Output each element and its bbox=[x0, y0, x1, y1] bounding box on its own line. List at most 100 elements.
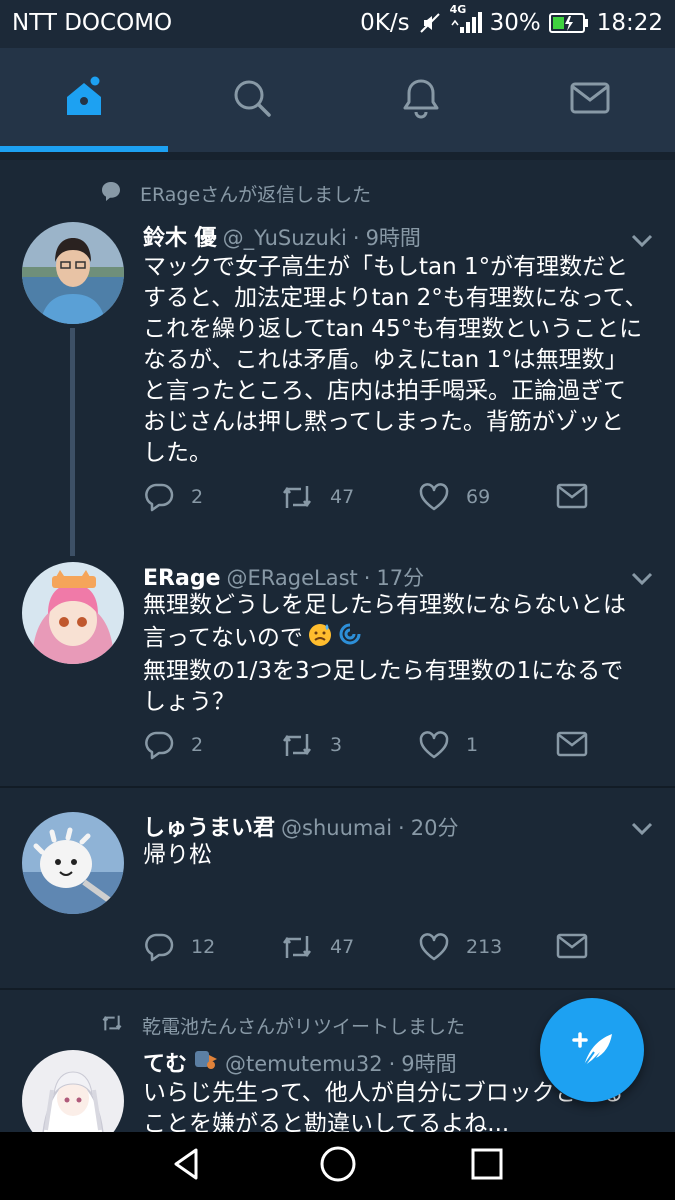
tweet-line: すると、加法定理よりtan 2°も有理数になって、 bbox=[143, 285, 648, 311]
back-triangle-icon bbox=[170, 1146, 206, 1186]
user-handle[interactable]: @_YuSuzuki bbox=[223, 226, 347, 250]
like-count: 1 bbox=[466, 734, 479, 756]
signal-icon: 4G bbox=[450, 3, 482, 35]
tweet-line: しょう？ bbox=[143, 689, 235, 715]
display-name[interactable]: てむ bbox=[143, 1046, 187, 1078]
avatar[interactable] bbox=[22, 1050, 124, 1132]
home-circle-icon bbox=[319, 1145, 357, 1187]
sweat-face-emoji-icon bbox=[307, 621, 333, 656]
dm-share-button[interactable] bbox=[556, 482, 588, 510]
display-name[interactable]: ERage bbox=[143, 566, 220, 591]
dm-share-button[interactable] bbox=[556, 932, 588, 960]
badge-emoji-icon bbox=[193, 1047, 219, 1077]
tab-search[interactable] bbox=[168, 48, 336, 152]
like-count: 69 bbox=[466, 486, 491, 508]
tweet-header: 鈴木 優 @_YuSuzuki · 9時間 bbox=[143, 220, 421, 252]
reply-count: 12 bbox=[191, 936, 216, 958]
status-indicators: 0K/s 4G 30% 18:22 bbox=[360, 3, 663, 36]
user-handle[interactable]: @temutemu32 bbox=[225, 1052, 383, 1076]
network-type: 4G bbox=[449, 3, 467, 16]
retweet-context: 乾電池たんさんがリツイートしました bbox=[100, 1012, 465, 1039]
user-handle[interactable]: @shuumai bbox=[281, 816, 392, 840]
battery-percent: 30% bbox=[489, 10, 541, 36]
chevron-down-icon[interactable] bbox=[630, 232, 654, 248]
tweet-line: これを繰り返してtan 45°も有理数ということに bbox=[143, 316, 643, 342]
battery-icon bbox=[548, 12, 589, 34]
recents-square-icon bbox=[470, 1147, 504, 1185]
timestamp[interactable]: 20分 bbox=[411, 812, 459, 842]
reply-bubble-icon bbox=[100, 180, 122, 207]
context-label: 乾電池たんさんがリツイートしました bbox=[142, 1016, 466, 1038]
dm-share-button[interactable] bbox=[556, 730, 588, 758]
cyclone-emoji-icon bbox=[337, 621, 363, 656]
tweet-header: ERage @ERageLast · 17分 bbox=[143, 562, 424, 592]
timestamp[interactable]: 9時間 bbox=[401, 1048, 456, 1078]
tweet-actions: 2 3 1 bbox=[143, 730, 643, 770]
timestamp[interactable]: 9時間 bbox=[366, 222, 421, 252]
home-button[interactable] bbox=[298, 1132, 378, 1200]
retweet-count: 47 bbox=[330, 936, 355, 958]
tweet-line: 帰り松 bbox=[143, 842, 212, 868]
reply-button[interactable]: 12 bbox=[143, 932, 215, 962]
tweet-actions: 2 47 69 bbox=[143, 482, 643, 522]
separator: · bbox=[363, 566, 371, 590]
divider bbox=[0, 786, 675, 788]
tweet-line: した。 bbox=[143, 440, 212, 466]
tweet-line: なるが、これは矛盾。ゆえにtan 1°は無理数」 bbox=[143, 347, 628, 373]
mute-icon bbox=[418, 11, 442, 35]
tab-notifications[interactable] bbox=[337, 48, 505, 152]
retweet-count: 3 bbox=[330, 734, 343, 756]
like-button[interactable]: 69 bbox=[418, 482, 490, 512]
avatar[interactable] bbox=[22, 812, 124, 914]
retweet-count: 47 bbox=[330, 486, 355, 508]
network-speed: 0K/s bbox=[360, 10, 410, 36]
reply-button[interactable]: 2 bbox=[143, 730, 203, 760]
avatar[interactable] bbox=[22, 562, 124, 664]
avatar[interactable] bbox=[22, 222, 124, 324]
nav-shadow bbox=[0, 152, 675, 160]
display-name[interactable]: しゅうまい君 bbox=[143, 810, 275, 842]
tab-messages[interactable] bbox=[506, 48, 674, 152]
chevron-down-icon[interactable] bbox=[630, 570, 654, 586]
tweet-header: てむ @temutemu32 · 9時間 bbox=[143, 1046, 457, 1078]
mail-icon bbox=[569, 80, 611, 120]
like-count: 213 bbox=[466, 936, 503, 958]
display-name[interactable]: 鈴木 優 bbox=[143, 220, 217, 252]
tweet-actions: 12 47 213 bbox=[143, 932, 643, 972]
like-button[interactable]: 213 bbox=[418, 932, 502, 962]
reply-button[interactable]: 2 bbox=[143, 482, 203, 512]
tweet-line: 言ってないので bbox=[143, 625, 303, 651]
home-icon bbox=[61, 75, 107, 125]
timestamp[interactable]: 17分 bbox=[376, 562, 424, 592]
context-label: ERageさんが返信しました bbox=[140, 184, 372, 206]
recents-button[interactable] bbox=[447, 1132, 527, 1200]
tweet-line: 無理数どうしを足したら有理数にならないとは bbox=[143, 592, 626, 618]
thread-line bbox=[70, 328, 75, 556]
retweet-button[interactable]: 47 bbox=[280, 932, 354, 962]
separator: · bbox=[352, 226, 360, 250]
separator: · bbox=[398, 816, 405, 840]
tweet-line: おじさんは押し黙ってしまった。背筋がゾッと bbox=[143, 409, 624, 435]
like-button[interactable]: 1 bbox=[418, 730, 478, 760]
compose-tweet-button[interactable] bbox=[540, 998, 644, 1102]
tweet-line-with-emoji: 言ってないので bbox=[143, 621, 655, 656]
reply-count: 2 bbox=[191, 486, 204, 508]
tab-home[interactable] bbox=[0, 48, 168, 152]
user-handle[interactable]: @ERageLast bbox=[226, 566, 357, 590]
tweet-line: 無理数の1/3を3つ足したら有理数の1になるで bbox=[143, 658, 624, 684]
bell-icon bbox=[400, 77, 442, 123]
separator: · bbox=[388, 1052, 396, 1076]
tweet-line: マックで女子高生が「もしtan 1°が有理数だと bbox=[143, 254, 629, 280]
retweet-icon bbox=[100, 1013, 124, 1038]
tweet-text: マックで女子高生が「もしtan 1°が有理数だと すると、加法定理よりtan 2… bbox=[143, 252, 655, 469]
tweet-line: と言ったところ、店内は拍手喝采。正論過ぎて bbox=[143, 378, 626, 404]
status-bar: NTT DOCOMO 0K/s 4G 30% 18:22 bbox=[0, 0, 675, 48]
reply-context: ERageさんが返信しました bbox=[100, 180, 371, 207]
chevron-down-icon[interactable] bbox=[630, 820, 654, 836]
retweet-button[interactable]: 47 bbox=[280, 482, 354, 512]
compose-feather-icon bbox=[566, 1022, 618, 1078]
timeline[interactable]: ERageさんが返信しました 鈴木 優 @_YuSuzuki · 9時間 マック… bbox=[0, 160, 675, 1132]
back-button[interactable] bbox=[148, 1132, 228, 1200]
tweet-line: ことを嫌がると勘違いしてるよね... bbox=[143, 1111, 510, 1132]
retweet-button[interactable]: 3 bbox=[280, 730, 342, 760]
